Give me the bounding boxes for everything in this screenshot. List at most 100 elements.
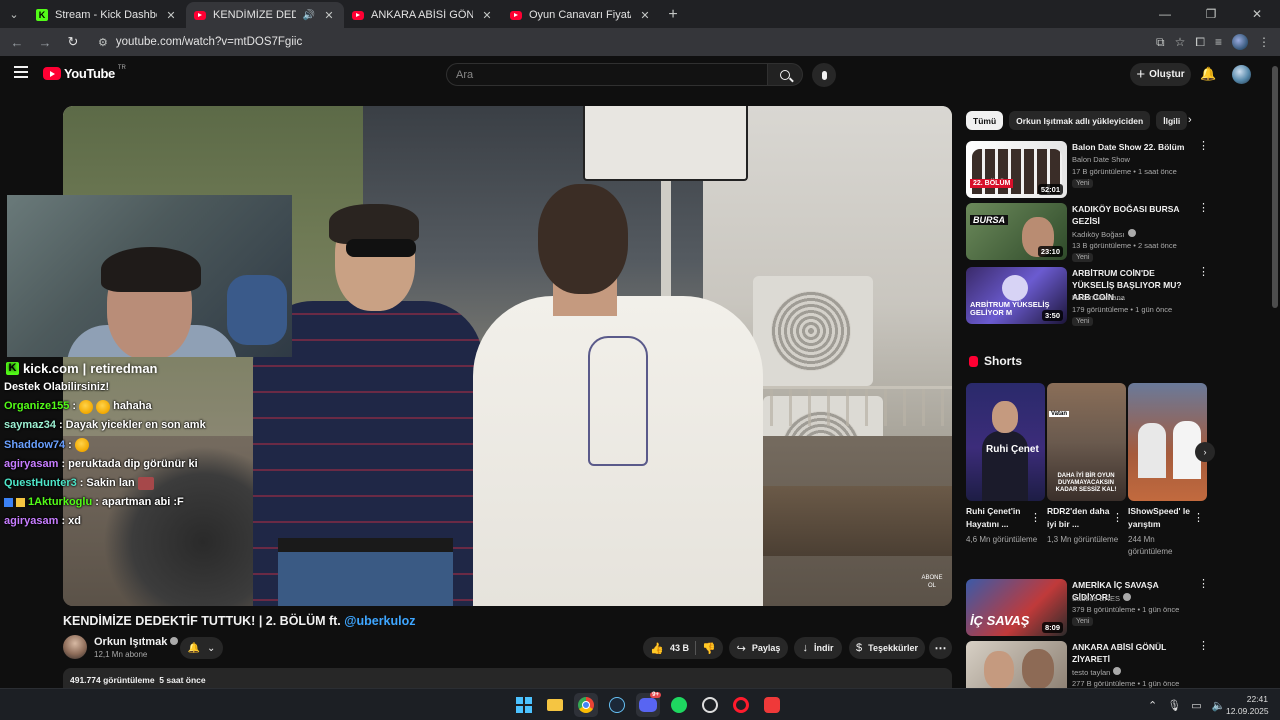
menu-icon[interactable] [14, 66, 28, 78]
download-button[interactable]: ↓ İndir [794, 637, 842, 659]
volume-icon[interactable]: 🔈 [1212, 699, 1226, 712]
video-thumbnail[interactable]: İÇ SAVAŞ 8:09 [966, 579, 1067, 636]
opera-button[interactable] [729, 693, 753, 717]
chevron-right-icon[interactable]: › [1188, 114, 1192, 126]
recommendation-item[interactable]: ANKARA ABİSİ GÖNÜL ZİYARETİ testo taylan… [966, 641, 1211, 688]
short-thumbnail[interactable]: Vatan DAHA İYİ BİR OYUN DUYAMAYACAKSIN K… [1047, 383, 1126, 501]
more-vert-icon[interactable]: ⋮ [1198, 579, 1209, 590]
like-icon[interactable]: 👍 [650, 642, 664, 655]
recommendation-item[interactable]: BURSA 23:10 KADIKÖY BOĞASI BURSA GEZİSİ … [966, 203, 1211, 262]
tab-youtube-oyun[interactable]: Oyun Canavarı Fiyat/Performan ✕ [502, 2, 660, 28]
recommendation-item[interactable]: ARBİTRUM YÜKSELİŞ GELİYOR M 3:50 ARBİTRU… [966, 267, 1211, 326]
search-button[interactable] [767, 63, 803, 86]
start-button[interactable] [512, 693, 536, 717]
discord-button[interactable]: 9+ [636, 692, 661, 717]
extensions-icon[interactable]: ⧠ [1195, 35, 1205, 50]
more-actions-button[interactable]: ⋯ [929, 637, 952, 659]
rec-channel[interactable]: Sadece ENES [1072, 593, 1131, 603]
page-scrollbar[interactable] [1270, 56, 1280, 688]
search-input[interactable]: Ara [446, 63, 768, 86]
new-tab-button[interactable]: + [660, 2, 686, 28]
bookmark-star-icon[interactable]: ☆ [1175, 35, 1186, 49]
recommendation-item[interactable]: İÇ SAVAŞ 8:09 AMERİKA İÇ SAVAŞA GİDİYOR!… [966, 579, 1211, 637]
close-tab-icon[interactable]: ✕ [480, 9, 494, 22]
rec-title[interactable]: Balon Date Show 22. Bölüm [1072, 141, 1190, 153]
rec-channel[interactable]: Balon Date Show [1072, 155, 1130, 164]
back-icon[interactable]: ← [6, 31, 28, 53]
chrome-button[interactable] [574, 693, 598, 717]
scrollbar-thumb[interactable] [1272, 66, 1278, 308]
speaker-icon[interactable]: 🔊 [303, 10, 315, 21]
more-vert-icon[interactable]: ⋮ [1198, 641, 1209, 652]
channel-name[interactable]: Orkun Işıtmak [94, 636, 179, 648]
rec-channel[interactable]: Hasan Montana [1072, 293, 1125, 302]
mention-link[interactable]: @uberkuloz [344, 614, 415, 628]
rec-channel[interactable]: testo taylan [1072, 667, 1122, 677]
more-vert-icon[interactable]: ⋮ [1198, 141, 1209, 152]
minimize-icon[interactable]: — [1142, 7, 1188, 21]
thanks-button[interactable]: $ Teşekkürler [849, 637, 925, 659]
like-count[interactable]: 43 B [670, 643, 689, 653]
tab-kick-dashboard[interactable]: K Stream - Kick Dashboard ✕ [28, 2, 186, 28]
subscribed-bell-button[interactable]: 🔔 ⌄ [180, 637, 223, 659]
notifications-bell-icon[interactable]: 🔔 [1200, 67, 1216, 81]
short-thumbnail[interactable] [1128, 383, 1207, 501]
video-thumbnail[interactable]: 22. BÖLÜM 52:01 [966, 141, 1067, 198]
address-bar[interactable]: ⚙ youtube.com/watch?v=mtDOS7Fgiic [90, 31, 1150, 53]
profile-avatar[interactable] [1232, 34, 1248, 50]
shorts-next-button[interactable]: › [1195, 442, 1215, 462]
rec-title[interactable]: ANKARA ABİSİ GÖNÜL ZİYARETİ [1072, 641, 1190, 665]
close-tab-icon[interactable]: ✕ [164, 9, 178, 22]
chip-related[interactable]: İlgili [1156, 111, 1188, 130]
chevron-up-icon[interactable]: ⌃ [1148, 699, 1157, 712]
reading-list-icon[interactable]: ≡ [1215, 35, 1222, 49]
account-avatar[interactable] [1232, 65, 1251, 84]
forward-icon[interactable]: → [34, 31, 56, 53]
browser-menu-icon[interactable]: ⋮ [1258, 35, 1270, 49]
tab-youtube-ankara[interactable]: ANKARA ABİSİ GÖNÜL ZİYARET ✕ [344, 2, 502, 28]
video-thumbnail[interactable] [966, 641, 1067, 688]
microphone-icon[interactable]: 🎙 [1167, 699, 1181, 712]
chip-uploader[interactable]: Orkun Işıtmak adlı yükleyiciden [1009, 111, 1151, 130]
url-text[interactable]: youtube.com/watch?v=mtDOS7Fgiic [116, 36, 302, 48]
close-window-icon[interactable]: ✕ [1234, 7, 1280, 21]
dislike-icon[interactable]: 👎 [702, 642, 716, 655]
subscribe-watermark[interactable]: ABONE OL [919, 574, 945, 602]
short-title[interactable]: Ruhi Çenet'in Hayatını ... [966, 505, 1038, 531]
tab-youtube-active[interactable]: KENDİMİZE DEDEKTİF TUTT 🔊 ✕ [186, 2, 344, 28]
recommendation-item[interactable]: 22. BÖLÜM 52:01 Balon Date Show 22. Bölü… [966, 141, 1211, 199]
description-box[interactable]: 491.774 görüntüleme 5 saat önce [63, 668, 952, 688]
close-tab-icon[interactable]: ✕ [638, 9, 652, 22]
reload-icon[interactable]: ↻ [62, 31, 84, 53]
site-info-icon[interactable]: ⚙ [98, 36, 108, 49]
steam-button[interactable] [605, 693, 629, 717]
rec-title[interactable]: KADIKÖY BOĞASI BURSA GEZİSİ [1072, 203, 1190, 227]
create-button[interactable]: + Oluştur [1130, 63, 1191, 86]
share-button[interactable]: ↪ Paylaş [729, 637, 788, 659]
tab-search-button[interactable]: ⌄ [0, 0, 28, 28]
chip-all[interactable]: Tümü [966, 111, 1004, 130]
network-icon[interactable]: ▭ [1191, 699, 1201, 712]
video-thumbnail[interactable]: BURSA 23:10 [966, 203, 1067, 260]
channel-avatar[interactable] [63, 635, 87, 659]
short-title[interactable]: RDR2'den daha iyi bir ... [1047, 505, 1119, 531]
more-vert-icon[interactable]: ⋮ [1198, 203, 1209, 214]
spotify-button[interactable] [667, 693, 691, 717]
short-title[interactable]: IShowSpeed' le yarıştım [1128, 505, 1200, 531]
short-thumbnail[interactable]: Ruhi Çenet [966, 383, 1045, 501]
rec-channel[interactable]: Kadıköy Boğası [1072, 229, 1136, 239]
restore-icon[interactable]: ❐ [1188, 7, 1234, 21]
file-explorer-button[interactable] [543, 693, 567, 717]
vivaldi-button[interactable] [760, 693, 784, 717]
github-button[interactable] [698, 693, 722, 717]
cast-icon[interactable]: ⧉ [1156, 35, 1165, 50]
more-vert-icon[interactable]: ⋮ [1198, 267, 1209, 278]
more-vert-icon[interactable]: ⋮ [1030, 511, 1041, 524]
clock[interactable]: 22:41 12.09.2025 [1226, 693, 1269, 717]
more-vert-icon[interactable]: ⋮ [1193, 511, 1204, 524]
youtube-logo[interactable]: YouTube TR [43, 65, 126, 81]
video-thumbnail[interactable]: ARBİTRUM YÜKSELİŞ GELİYOR M 3:50 [966, 267, 1067, 324]
more-vert-icon[interactable]: ⋮ [1112, 511, 1123, 524]
close-tab-icon[interactable]: ✕ [322, 9, 336, 22]
voice-search-button[interactable] [812, 63, 836, 87]
